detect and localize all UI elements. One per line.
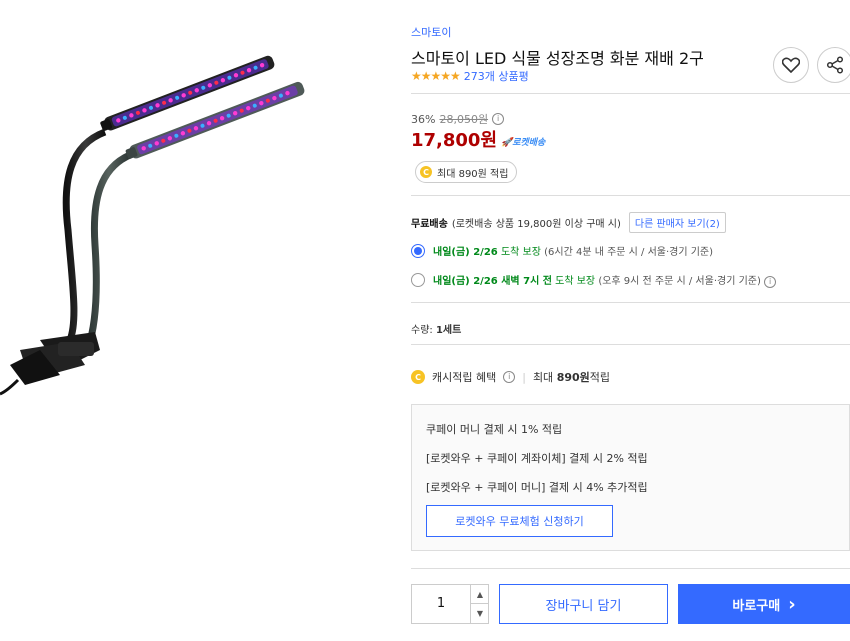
radio-unselected[interactable] (411, 273, 425, 287)
cash-benefit-label: 캐시적립 혜택 (432, 371, 497, 384)
info-icon[interactable]: i (503, 371, 516, 383)
coin-icon: C (411, 370, 425, 384)
rating-row[interactable]: ★★★★★ 273개 상품평 (411, 68, 529, 84)
quantity-info: 수량: 1세트 (411, 325, 462, 336)
free-shipping-label: 무료배송 (411, 219, 448, 230)
add-to-cart-button[interactable]: 장바구니 담기 (499, 584, 668, 624)
share-icon (826, 56, 844, 74)
benefit-line: 쿠페이 머니 결제 시 1% 적립 (426, 423, 563, 436)
delivery-date: 내일(금) 2/26 새벽 7시 전 (433, 276, 552, 287)
delivery-date: 내일(금) 2/26 (433, 247, 498, 258)
other-sellers-button[interactable]: 다른 판매자 보기(2) (628, 212, 726, 233)
buy-now-button[interactable]: 바로구매 › (678, 584, 850, 624)
heart-icon (782, 57, 800, 73)
info-icon[interactable]: i (492, 113, 505, 125)
sale-price: 17,800원 (411, 130, 498, 151)
delivery-guarantee: 도착 보장 (555, 276, 596, 287)
rating-stars: ★★★★★ (411, 69, 461, 83)
quantity-increase-button[interactable]: ▲ (470, 585, 489, 604)
info-icon[interactable]: i (764, 276, 777, 288)
quantity-value: 1세트 (435, 325, 462, 336)
rocket-icon: 🚀 (501, 138, 513, 148)
product-image (0, 50, 330, 410)
divider (411, 568, 850, 569)
delivery-option-2[interactable]: 내일(금) 2/26 새벽 7시 전 도착 보장 (오후 9시 전 주문 시 /… (411, 272, 777, 288)
divider (411, 302, 850, 303)
chevron-right-icon: › (788, 593, 796, 615)
review-count-link[interactable]: 273개 상품평 (464, 68, 529, 84)
cash-points-text: 최대 890원 적립 (437, 168, 509, 180)
rocketwow-trial-button[interactable]: 로켓와우 무료체험 신청하기 (426, 505, 613, 537)
product-info-panel: 스마토이 스마토이 LED 식물 성장조명 화분 재배 2구 ★★★★★ 273… (411, 0, 850, 641)
delivery-option-1[interactable]: 내일(금) 2/26 도착 보장 (6시간 4분 내 주문 시 / 서울·경기 … (411, 243, 713, 258)
discount-rate: 36% (411, 112, 436, 126)
delivery-guarantee: 도착 보장 (500, 247, 541, 258)
quantity-input[interactable]: 1 (412, 585, 470, 623)
delivery-note: (오후 9시 전 주문 시 / 서울·경기 기준) (598, 276, 761, 287)
coin-icon: C (420, 166, 432, 178)
divider (411, 344, 850, 345)
original-price: 28,050원 (439, 113, 489, 126)
cash-points-pill: C 최대 890원 적립 (415, 161, 518, 183)
shipping-condition: (로켓배송 상품 19,800원 이상 구매 시) (451, 219, 621, 230)
discount-row: 36% 28,050원 i (411, 111, 505, 127)
benefit-line: [로켓와우 + 쿠페이 계좌이체] 결제 시 2% 적립 (426, 452, 648, 465)
divider (411, 195, 850, 196)
benefit-line: [로켓와우 + 쿠페이 머니] 결제 시 4% 추가적립 (426, 481, 648, 494)
brand-link[interactable]: 스마토이 (411, 24, 451, 40)
quantity-decrease-button[interactable]: ▼ (470, 604, 489, 623)
cash-benefit-max: 최대 890원적립 (532, 371, 611, 384)
product-title: 스마토이 LED 식물 성장조명 화분 재배 2구 (411, 49, 704, 68)
wishlist-button[interactable] (773, 47, 809, 83)
divider (411, 93, 850, 94)
share-button[interactable] (817, 47, 850, 83)
rocket-delivery-badge: 🚀로켓배송 (501, 138, 546, 148)
led-grow-light-illustration (0, 55, 305, 396)
quantity-stepper[interactable]: 1 ▲ ▼ (411, 584, 489, 624)
delivery-note: (6시간 4분 내 주문 시 / 서울·경기 기준) (544, 247, 714, 258)
payment-benefits-box: 쿠페이 머니 결제 시 1% 적립 [로켓와우 + 쿠페이 계좌이체] 결제 시… (411, 404, 850, 551)
shipping-info: 무료배송 (로켓배송 상품 19,800원 이상 구매 시) 다른 판매자 보기… (411, 212, 726, 233)
radio-selected[interactable] (411, 243, 425, 258)
cash-benefit-row: C 캐시적립 혜택 i | 최대 890원적립 (411, 369, 610, 385)
